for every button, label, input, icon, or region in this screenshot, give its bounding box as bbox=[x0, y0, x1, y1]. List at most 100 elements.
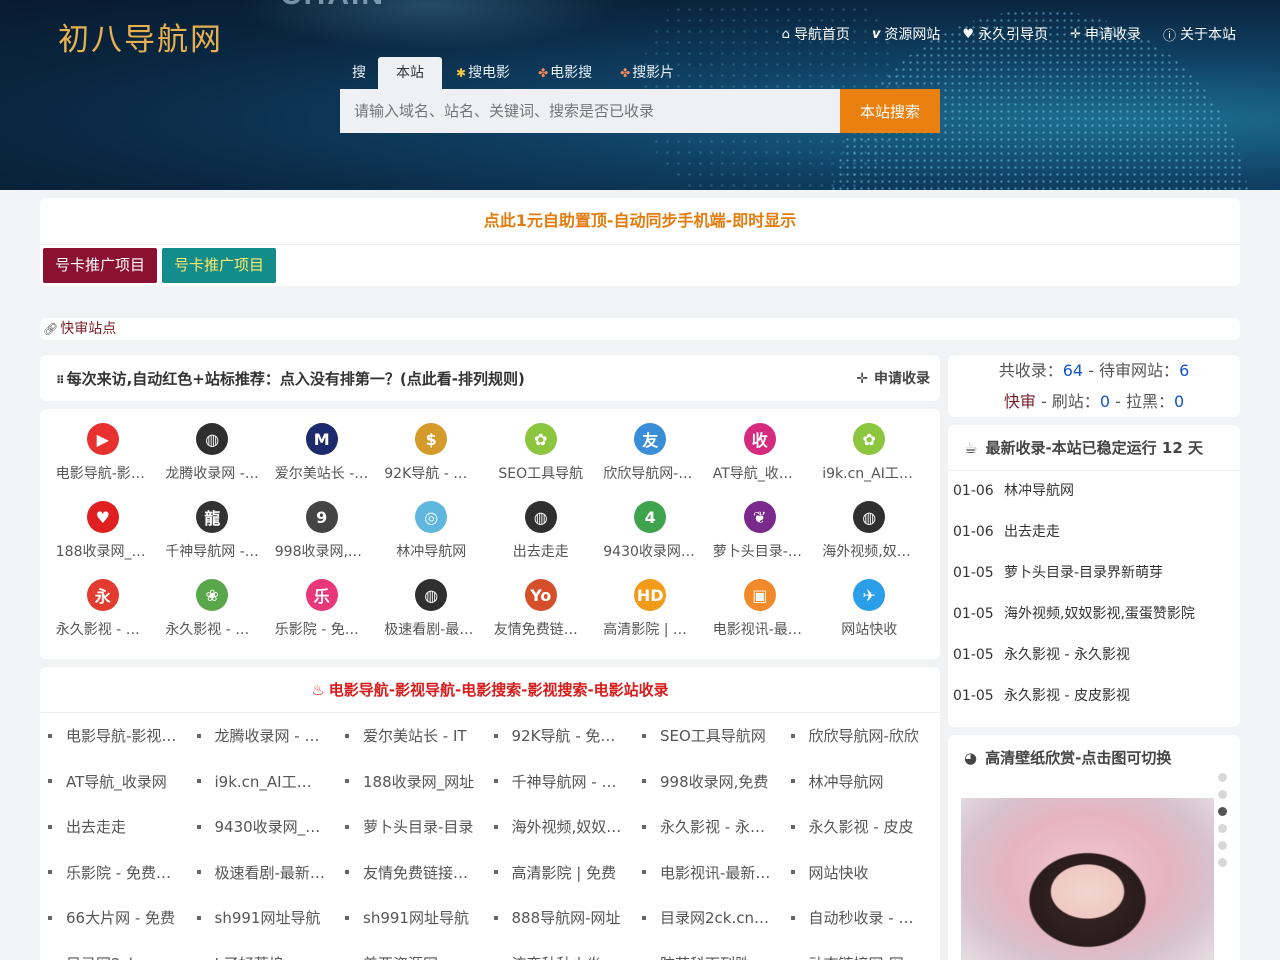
site-tile[interactable]: M 爱尔美站长 - 收录 bbox=[267, 423, 377, 501]
list-item[interactable]: 92K导航 - 免费收录 bbox=[493, 713, 643, 759]
search-input[interactable] bbox=[340, 89, 840, 133]
site-tile[interactable]: HD 高清影院 | 免费 bbox=[596, 579, 706, 657]
list-item[interactable]: 千神导航网 - 收录 bbox=[493, 759, 643, 805]
list-item[interactable]: 998收录网,免费 bbox=[642, 759, 791, 805]
nav-guide[interactable]: ♥ 永久引导页 bbox=[962, 24, 1048, 44]
site-tile[interactable]: ❦ 萝卜头目录-目录 bbox=[705, 501, 815, 579]
latest-row[interactable]: 01-06 出去走走 bbox=[948, 512, 1240, 553]
list-item-label: 永久影视 - 皮皮 bbox=[808, 818, 914, 837]
site-tile-name: 海外视频,奴奴影视 bbox=[822, 544, 916, 560]
wallpaper-image[interactable] bbox=[961, 798, 1214, 960]
site-tile[interactable]: ◍ 极速看剧-最新电影 bbox=[377, 579, 487, 657]
latest-row[interactable]: 01-05 永久影视 - 永久影视 bbox=[948, 635, 1240, 676]
site-tile[interactable]: ✿ SEO工具导航 bbox=[486, 423, 596, 501]
site-logo-icon: ✿ bbox=[524, 423, 557, 455]
list-item[interactable]: 66大片网 - 免费 bbox=[48, 895, 197, 941]
site-tile[interactable]: Yo 友情免费链接交换 bbox=[486, 579, 596, 657]
list-item[interactable]: 美亚资源网 bbox=[345, 941, 494, 960]
nav-resources[interactable]: v 资源网站 bbox=[872, 24, 940, 44]
list-item[interactable]: 电影导航-影视导航 bbox=[48, 713, 197, 759]
list-item[interactable]: 友情免费链接交换 bbox=[345, 850, 494, 896]
list-item[interactable]: 9430收录网_网址 bbox=[196, 804, 346, 850]
list-item[interactable]: 防劳科下列胜 bbox=[642, 941, 791, 960]
promo-title[interactable]: 点此1元自助置顶-自动同步手机端-即时显示 bbox=[40, 198, 1240, 245]
list-item[interactable]: 乐影院 - 免费电影 bbox=[48, 850, 197, 896]
site-tile[interactable]: 友欣欣导航网-欣欣 bbox=[596, 423, 706, 501]
site-tile[interactable]: 9 998收录网,免费 bbox=[267, 501, 377, 579]
list-item[interactable]: 极速看剧-最新电影 bbox=[196, 850, 346, 896]
wallpaper-title: 高清壁纸欣赏-点击图可切换 bbox=[985, 749, 1172, 767]
promo-button[interactable]: 号卡推广项目 bbox=[162, 248, 277, 283]
list-item[interactable]: 欣欣导航网-欣欣 bbox=[790, 713, 940, 759]
nav-apply[interactable]: ✛ 申请收录 bbox=[1070, 24, 1141, 44]
tab-search-movie[interactable]: ✱ 搜电影 bbox=[442, 57, 524, 90]
list-item[interactable]: 爱尔美站长 - IT bbox=[345, 713, 494, 759]
list-item[interactable]: AT导航_收录网 bbox=[48, 759, 197, 805]
latest-row[interactable]: 01-05 海外视频,奴奴影视,蛋蛋赞影院 bbox=[948, 594, 1240, 635]
site-tile[interactable]: ▶ 电影导航-影视搜索 bbox=[48, 423, 158, 501]
latest-row[interactable]: 01-06 林冲导航网 bbox=[948, 471, 1240, 512]
stats-fast-link[interactable]: 快审 bbox=[1004, 392, 1036, 411]
site-tile[interactable]: ◎ 林冲导航网 bbox=[377, 501, 487, 579]
site-tile[interactable]: 4 9430收录网_网址 bbox=[596, 501, 706, 579]
list-item[interactable]: 海外视频,奴奴影视 bbox=[493, 804, 643, 850]
recommend-title[interactable]: 每次来访,自动红色+站标推荐：点入没有排第一？(点此看-排列规则) bbox=[67, 370, 525, 388]
site-logo-icon: HD bbox=[634, 579, 667, 611]
list-item[interactable]: 动态链接网-网 bbox=[791, 941, 940, 960]
apply-link[interactable]: ✛ 申请收录 bbox=[856, 368, 930, 388]
site-tile[interactable]: ✈ 网站快收 bbox=[815, 579, 925, 657]
tab-movie-search[interactable]: ✤ 电影搜 bbox=[524, 57, 606, 90]
carousel-dot[interactable] bbox=[1218, 790, 1227, 799]
list-item[interactable]: 出去走走 bbox=[48, 804, 197, 850]
site-tile[interactable]: 永永久影视 - 永久 bbox=[48, 579, 158, 657]
fast-review-link[interactable]: 快审站点 bbox=[60, 321, 116, 337]
site-tile[interactable]: 龍千神导航网 - 收录 bbox=[158, 501, 268, 579]
list-item[interactable]: 电影视讯-最新电影 bbox=[642, 850, 791, 896]
tab-site[interactable]: 本站 bbox=[378, 57, 442, 90]
site-tile[interactable]: 收 AT导航_收录网 bbox=[705, 423, 815, 501]
list-item[interactable]: sh991网址导航 bbox=[196, 895, 346, 941]
site-tile[interactable]: ▣ 电影视讯-最新电影 bbox=[705, 579, 815, 657]
list-item[interactable]: J.了好莱坞 bbox=[197, 941, 346, 960]
site-tile[interactable]: ♥ 188收录网_网址 bbox=[48, 501, 158, 579]
carousel-dot[interactable] bbox=[1218, 807, 1227, 816]
site-tile[interactable]: ❀ 永久影视 - 皮皮 bbox=[158, 579, 268, 657]
site-tile[interactable]: 乐乐影院 - 免费电影 bbox=[267, 579, 377, 657]
list-item[interactable]: 永久影视 - 皮皮 bbox=[790, 804, 940, 850]
latest-row[interactable]: 01-05 萝卜头目录-目录界新萌芽 bbox=[948, 553, 1240, 594]
list-item[interactable]: SEO工具导航网 bbox=[642, 713, 791, 759]
site-tile[interactable]: ◍ 龙腾收录网 - 免费 bbox=[158, 423, 268, 501]
carousel-dot[interactable] bbox=[1218, 773, 1227, 782]
carousel-dot[interactable] bbox=[1218, 858, 1227, 867]
site-tile[interactable]: ◍ 海外视频,奴奴影视 bbox=[815, 501, 925, 579]
site-tile[interactable]: ✿ i9k.cn_AI工具导航 bbox=[815, 423, 925, 501]
site-logo[interactable]: 初八导航网 bbox=[58, 14, 223, 59]
list-item[interactable]: 目录网2ck bbox=[48, 941, 197, 960]
nav-about[interactable]: ⓘ 关于本站 bbox=[1163, 24, 1236, 44]
list-item[interactable]: 高清影院 | 免费 bbox=[493, 850, 643, 896]
bullet-icon bbox=[345, 779, 349, 784]
list-item[interactable]: 网站快收 bbox=[790, 850, 940, 896]
list-item[interactable]: 目录网2ck.cn- 收录 bbox=[642, 895, 791, 941]
carousel-dot[interactable] bbox=[1218, 824, 1227, 833]
list-item[interactable]: 萝卜头目录-目录 bbox=[345, 804, 494, 850]
list-item[interactable]: 龙腾收录网 - 免费 bbox=[196, 713, 346, 759]
list-item[interactable]: i9k.cn_AI工具导航 bbox=[196, 759, 346, 805]
hero-banner: CHAIN 初八导航网 ⌂导航首页 v资源网站 ♥永久引导页 ✛申请收录 ⓘ关于… bbox=[0, 0, 1280, 190]
latest-row[interactable]: 01-05 永久影视 - 皮皮影视 bbox=[948, 676, 1240, 717]
list-item[interactable]: 林冲导航网 bbox=[790, 759, 940, 805]
list-item[interactable]: 888导航网-网址 bbox=[493, 895, 643, 941]
list-item[interactable]: sh991网址导航 bbox=[345, 895, 494, 941]
list-item[interactable]: 188收录网_网址 bbox=[345, 759, 494, 805]
nav-home[interactable]: ⌂ 导航首页 bbox=[782, 24, 850, 44]
promo-button[interactable]: 号卡推广项目 bbox=[43, 248, 158, 283]
list-item[interactable]: 流变秋秋火炎 bbox=[494, 941, 643, 960]
list-item[interactable]: 自动秒收录 - 收录 bbox=[790, 895, 940, 941]
search-button[interactable]: 本站搜索 bbox=[840, 89, 940, 133]
site-tile[interactable]: ◍ 出去走走 bbox=[486, 501, 596, 579]
site-tile[interactable]: $92K导航 - 免费收录 bbox=[377, 423, 487, 501]
carousel-dot[interactable] bbox=[1218, 841, 1227, 850]
wallpaper-header: ◕ 高清壁纸欣赏-点击图可切换 bbox=[948, 735, 1240, 781]
list-item[interactable]: 永久影视 - 永久影视 bbox=[642, 804, 791, 850]
tab-search-film[interactable]: ✤ 搜影片 bbox=[606, 57, 688, 90]
